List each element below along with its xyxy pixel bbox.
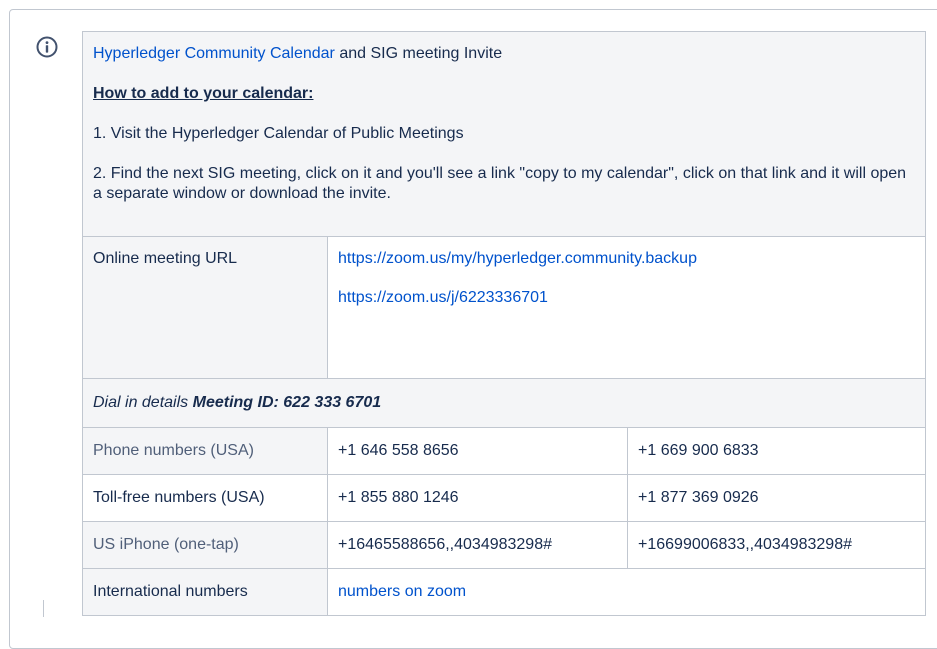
numbers-on-zoom-link[interactable]: numbers on zoom	[338, 583, 466, 600]
meeting-table: Hyperledger Community Calendar and SIG m…	[82, 31, 926, 616]
left-divider	[43, 600, 44, 617]
online-row: Online meeting URL https://zoom.us/my/hy…	[82, 236, 926, 379]
zoom-url-meeting-link[interactable]: https://zoom.us/j/6223336701	[338, 289, 548, 306]
online-label: Online meeting URL	[82, 236, 328, 379]
phone-number-a: +1 646 558 8656	[327, 427, 628, 475]
intro-title-suffix: and SIG meeting Invite	[334, 45, 503, 62]
phone-row: Phone numbers (USA) +1 646 558 8656 +1 6…	[82, 427, 926, 475]
dial-cell: Dial in details Meeting ID: 622 333 6701	[82, 378, 926, 428]
tollfree-number-a: +1 855 880 1246	[327, 474, 628, 522]
tollfree-label: Toll-free numbers (USA)	[82, 474, 328, 522]
intro-row: Hyperledger Community Calendar and SIG m…	[82, 31, 926, 237]
online-urls: https://zoom.us/my/hyperledger.community…	[327, 236, 926, 379]
dial-prefix: Dial in details	[93, 394, 193, 411]
intro-cell: Hyperledger Community Calendar and SIG m…	[82, 31, 926, 237]
step-1: 1. Visit the Hyperledger Calendar of Pub…	[93, 125, 464, 142]
iphone-number-b: +16699006833,,4034983298#	[627, 521, 926, 569]
tollfree-number-b: +1 877 369 0926	[627, 474, 926, 522]
iphone-row: US iPhone (one-tap) +16465588656,,403498…	[82, 521, 926, 569]
iphone-number-a: +16465588656,,4034983298#	[327, 521, 628, 569]
iphone-label: US iPhone (one-tap)	[82, 521, 328, 569]
international-label: International numbers	[82, 568, 328, 616]
dial-row: Dial in details Meeting ID: 622 333 6701	[82, 378, 926, 428]
intro-title: Hyperledger Community Calendar and SIG m…	[93, 44, 915, 64]
international-row: International numbers numbers on zoom	[82, 568, 926, 616]
info-icon	[36, 36, 58, 58]
how-to-heading: How to add to your calendar:	[93, 85, 314, 102]
zoom-url-backup-link[interactable]: https://zoom.us/my/hyperledger.community…	[338, 250, 697, 267]
international-cell: numbers on zoom	[327, 568, 926, 616]
phone-label: Phone numbers (USA)	[82, 427, 328, 475]
phone-number-b: +1 669 900 6833	[627, 427, 926, 475]
community-calendar-link[interactable]: Hyperledger Community Calendar	[93, 45, 335, 62]
meeting-id: Meeting ID: 622 333 6701	[192, 394, 382, 411]
tollfree-row: Toll-free numbers (USA) +1 855 880 1246 …	[82, 474, 926, 522]
step-2: 2. Find the next SIG meeting, click on i…	[93, 165, 907, 202]
